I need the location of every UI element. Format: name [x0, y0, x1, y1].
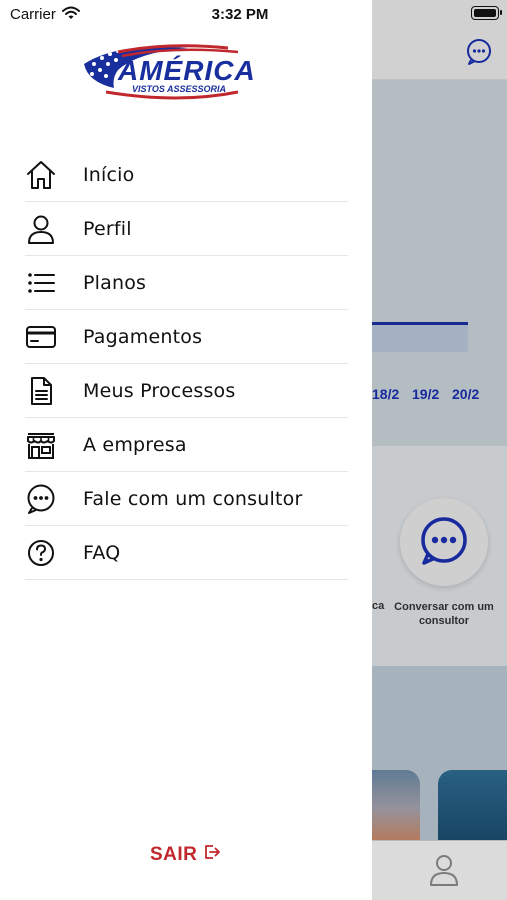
menu-item-label: Planos [83, 271, 147, 294]
menu-item-label: Pagamentos [83, 325, 203, 348]
status-bar: Carrier 3:32 PM [0, 0, 507, 28]
chat-icon [25, 483, 57, 515]
help-circle-icon [25, 537, 57, 569]
menu-item-label: Início [83, 163, 135, 186]
menu-item-label: Fale com um consultor [83, 487, 303, 510]
menu-item-label: A empresa [83, 433, 187, 456]
america-vistos-logo: AMÉRICA VISTOS ASSESSORIA [78, 42, 298, 108]
menu-item-inicio[interactable]: Início [25, 148, 348, 202]
menu-item-label: FAQ [83, 541, 121, 564]
list-icon [25, 267, 57, 299]
clock: 3:32 PM [211, 6, 269, 23]
menu-item-meus-processos[interactable]: Meus Processos [25, 364, 348, 418]
logout-icon [203, 843, 221, 866]
credit-card-icon [25, 321, 57, 353]
user-icon [25, 213, 57, 245]
menu-item-faq[interactable]: FAQ [25, 526, 348, 580]
menu-item-perfil[interactable]: Perfil [25, 202, 348, 256]
store-icon [25, 429, 57, 461]
navigation-drawer: AMÉRICA VISTOS ASSESSORIA Início Perfil … [0, 0, 372, 900]
logout-label: SAIR [150, 843, 198, 865]
menu-item-label: Meus Processos [83, 379, 236, 402]
battery-icon [471, 6, 502, 20]
svg-text:VISTOS ASSESSORIA: VISTOS ASSESSORIA [132, 84, 226, 94]
document-icon [25, 375, 57, 407]
menu-item-fale-consultor[interactable]: Fale com um consultor [25, 472, 348, 526]
menu-item-pagamentos[interactable]: Pagamentos [25, 310, 348, 364]
drawer-menu: Início Perfil Planos Pagamentos Meus Pro… [25, 148, 348, 580]
menu-item-planos[interactable]: Planos [25, 256, 348, 310]
svg-text:AMÉRICA: AMÉRICA [117, 55, 256, 86]
menu-item-a-empresa[interactable]: A empresa [25, 418, 348, 472]
home-icon [25, 159, 57, 191]
menu-item-label: Perfil [83, 217, 132, 240]
logout-button[interactable]: SAIR [150, 843, 221, 866]
